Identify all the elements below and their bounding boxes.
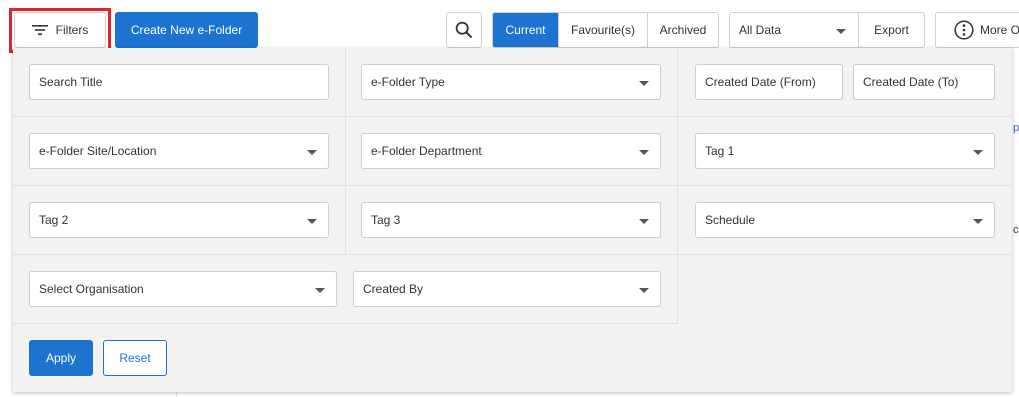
create-efolder-label: Create New e-Folder (130, 23, 243, 37)
search-button[interactable] (446, 12, 482, 48)
reset-button[interactable]: Reset (103, 340, 167, 376)
grid-divider (13, 185, 1012, 186)
filter-lines-icon (31, 24, 48, 36)
grid-divider (13, 254, 1012, 255)
create-efolder-button[interactable]: Create New e-Folder (115, 12, 258, 48)
created-date-from-input[interactable]: Created Date (From) (695, 64, 843, 100)
tag3-placeholder: Tag 3 (371, 213, 401, 227)
tab-favourites-label: Favourite(s) (570, 23, 635, 37)
tab-archived-label: Archived (659, 23, 707, 37)
created-date-to-placeholder: Created Date (To) (863, 75, 959, 89)
more-options-label: More Options (980, 23, 1019, 37)
search-title-placeholder: Search Title (39, 75, 103, 89)
tab-archived[interactable]: Archived (647, 13, 718, 47)
grid-divider (13, 116, 1012, 117)
chevron-down-icon (836, 29, 846, 34)
efolder-type-placeholder: e-Folder Type (371, 75, 445, 89)
search-title-input[interactable]: Search Title (29, 64, 329, 100)
more-options-button[interactable]: More Options (935, 12, 1019, 48)
chevron-down-icon (307, 219, 317, 224)
tag2-select[interactable]: Tag 2 (29, 202, 329, 238)
chevron-down-icon (973, 150, 983, 155)
reset-label: Reset (119, 351, 151, 365)
export-button[interactable]: Export (858, 12, 925, 48)
created-date-from-placeholder: Created Date (From) (705, 75, 816, 89)
chevron-down-icon (639, 219, 649, 224)
chevron-down-icon (307, 150, 317, 155)
filters-panel: Search Title e-Folder Type Created Date … (13, 48, 1012, 392)
search-icon (455, 21, 473, 39)
created-by-placeholder: Created By (363, 282, 424, 296)
view-tabs: Current Favourite(s) Archived (492, 12, 719, 48)
export-label: Export (874, 23, 909, 37)
tag2-placeholder: Tag 2 (39, 213, 69, 227)
created-by-select[interactable]: Created By (353, 271, 661, 307)
schedule-placeholder: Schedule (705, 213, 756, 227)
top-toolbar: Filters Create New e-Folder Current Favo… (0, 0, 1019, 53)
background-link-fragment: p (1013, 122, 1019, 134)
organisation-placeholder: Select Organisation (39, 282, 144, 296)
filters-button[interactable]: Filters (14, 12, 106, 48)
efolder-type-select[interactable]: e-Folder Type (361, 64, 661, 100)
created-date-to-input[interactable]: Created Date (To) (853, 64, 995, 100)
data-scope-value: All Data (739, 23, 782, 37)
apply-button[interactable]: Apply (29, 340, 93, 376)
chevron-down-icon (315, 288, 325, 293)
grid-divider (345, 48, 346, 254)
chevron-down-icon (639, 288, 649, 293)
data-scope-select[interactable]: All Data (729, 12, 859, 48)
chevron-down-icon (973, 219, 983, 224)
site-location-select[interactable]: e-Folder Site/Location (29, 133, 329, 169)
filters-label: Filters (55, 23, 89, 37)
grid-divider (13, 323, 678, 324)
tag3-select[interactable]: Tag 3 (361, 202, 661, 238)
tab-current-label: Current (505, 23, 546, 37)
chevron-down-icon (639, 81, 649, 86)
schedule-select[interactable]: Schedule (695, 202, 995, 238)
tab-current[interactable]: Current (493, 13, 558, 47)
chevron-down-icon (639, 150, 649, 155)
department-select[interactable]: e-Folder Department (361, 133, 661, 169)
department-placeholder: e-Folder Department (371, 144, 482, 158)
more-vertical-icon (954, 20, 974, 40)
tag1-placeholder: Tag 1 (705, 144, 735, 158)
site-location-placeholder: e-Folder Site/Location (39, 144, 157, 158)
grid-divider (677, 48, 678, 324)
organisation-select[interactable]: Select Organisation (29, 271, 337, 307)
tag1-select[interactable]: Tag 1 (695, 133, 995, 169)
tab-favourites[interactable]: Favourite(s) (558, 13, 647, 47)
apply-label: Apply (45, 351, 77, 365)
background-text-fragment: c (1013, 224, 1019, 236)
